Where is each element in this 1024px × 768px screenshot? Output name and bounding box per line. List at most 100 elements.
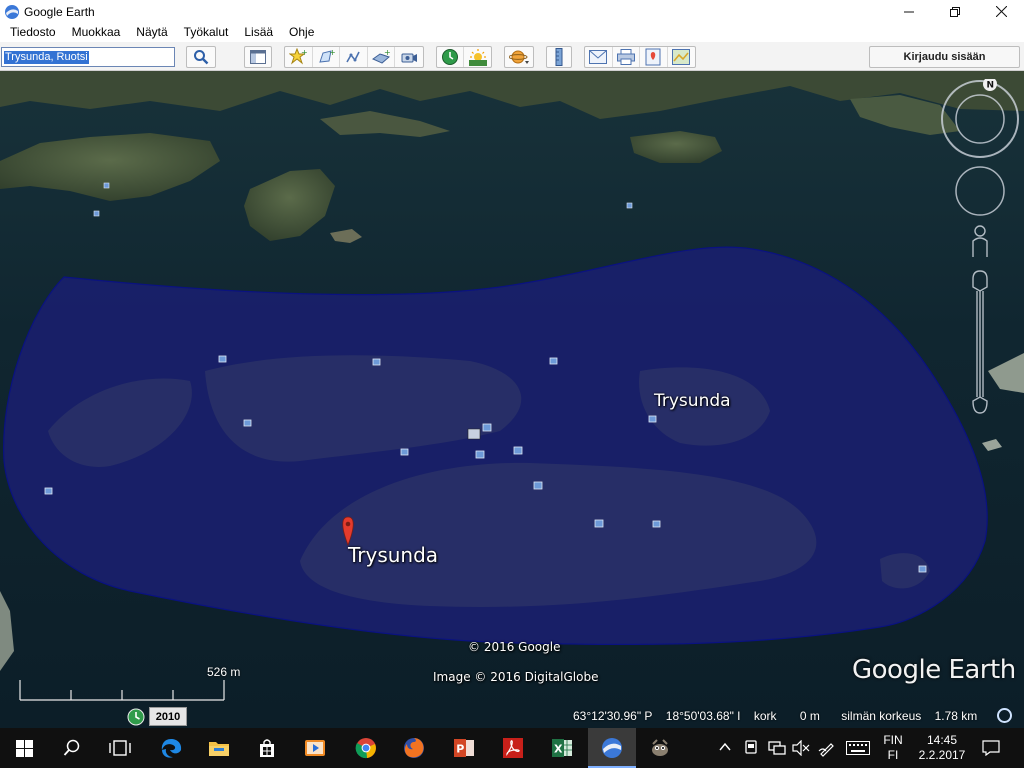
input-language-indicator[interactable]: FIN FI	[880, 733, 906, 763]
svg-text:+: +	[301, 48, 307, 57]
street-view-pegman-icon[interactable]	[972, 225, 988, 257]
minimize-button[interactable]	[886, 0, 932, 23]
photo-marker[interactable]	[918, 565, 927, 573]
google-earth-taskbar-app[interactable]	[588, 728, 636, 768]
store-app[interactable]	[243, 728, 291, 768]
photo-marker[interactable]	[533, 481, 543, 490]
task-view-icon	[109, 740, 131, 756]
acrobat-app[interactable]	[489, 728, 537, 768]
firefox-app[interactable]	[390, 728, 438, 768]
photo-marker[interactable]	[93, 210, 100, 217]
firefox-icon	[404, 738, 424, 758]
photo-marker[interactable]	[513, 446, 523, 455]
imagery-tools-group	[436, 46, 492, 68]
streaming-indicator-icon	[997, 708, 1012, 723]
view-in-maps-button[interactable]	[668, 47, 695, 67]
record-tour-button[interactable]	[395, 47, 423, 67]
edge-app[interactable]	[147, 728, 195, 768]
gimp-icon	[652, 739, 668, 756]
svg-text:X: X	[554, 743, 563, 756]
photo-marker[interactable]	[594, 519, 604, 528]
photo-marker[interactable]	[482, 423, 492, 432]
search-button[interactable]	[186, 46, 216, 68]
start-button[interactable]	[0, 728, 48, 768]
scale-bar	[19, 680, 225, 701]
save-image-button[interactable]	[640, 47, 668, 67]
add-placemark-button[interactable]: +	[285, 47, 313, 67]
task-view-button[interactable]	[96, 728, 144, 768]
windows-start-icon	[15, 739, 33, 757]
menu-tools[interactable]: Työkalut	[176, 23, 237, 42]
email-button[interactable]	[585, 47, 613, 67]
eye-altitude-label: silmän korkeus	[841, 709, 922, 723]
menu-view[interactable]: Näytä	[128, 23, 175, 42]
place-label-secondary[interactable]: Trysunda	[654, 391, 731, 411]
sidebar-toggle-button[interactable]	[244, 46, 272, 68]
close-button[interactable]	[978, 0, 1024, 23]
close-icon	[995, 6, 1007, 17]
powerpoint-app[interactable]: P	[440, 728, 488, 768]
photo-marker[interactable]	[218, 355, 227, 363]
powerpoint-icon: P	[454, 739, 474, 757]
zoom-slider[interactable]	[972, 270, 988, 414]
show-hidden-icons-icon[interactable]	[719, 742, 731, 752]
ruler-button[interactable]	[546, 46, 572, 68]
add-path-button[interactable]	[340, 47, 368, 67]
network-icon[interactable]	[768, 740, 786, 756]
photo-marker[interactable]	[243, 419, 252, 427]
taskbar-search-button[interactable]	[48, 728, 96, 768]
hotel-marker[interactable]	[467, 428, 481, 440]
restore-button[interactable]	[932, 0, 978, 23]
move-control[interactable]	[955, 166, 1005, 216]
historical-imagery-icon[interactable]	[127, 708, 145, 726]
latitude-readout: 63°12'30.96" P	[573, 709, 653, 723]
photo-marker[interactable]	[372, 358, 381, 366]
map-view[interactable]: Trysunda Trysunda © 2016 Google Image © …	[0, 71, 1024, 728]
ruler-icon	[555, 48, 563, 66]
photo-marker[interactable]	[475, 450, 485, 459]
file-explorer-app[interactable]	[195, 728, 243, 768]
photo-marker[interactable]	[648, 415, 657, 423]
photo-marker[interactable]	[103, 182, 110, 189]
share-tools-group	[584, 46, 696, 68]
scale-label: 526 m	[207, 665, 241, 679]
place-label-main[interactable]: Trysunda	[348, 543, 438, 567]
menu-help[interactable]: Ohje	[281, 23, 322, 42]
restore-icon	[950, 6, 960, 17]
chrome-app[interactable]	[342, 728, 390, 768]
menu-file[interactable]: Tiedosto	[2, 23, 64, 42]
photo-marker[interactable]	[626, 202, 633, 209]
clock[interactable]: 14:45 2.2.2017	[912, 733, 972, 763]
action-center-icon[interactable]	[982, 740, 1000, 756]
svg-text:+: +	[329, 48, 335, 57]
photo-marker[interactable]	[652, 520, 661, 528]
planet-switch-button[interactable]	[504, 46, 534, 68]
minimize-icon	[904, 11, 914, 12]
usb-device-icon[interactable]	[743, 739, 759, 755]
menu-add[interactable]: Lisää	[236, 23, 281, 42]
historical-imagery-year[interactable]: 2010	[149, 707, 187, 726]
photo-marker[interactable]	[44, 487, 53, 495]
menu-edit[interactable]: Muokkaa	[64, 23, 129, 42]
sign-in-button[interactable]: Kirjaudu sisään	[869, 46, 1020, 68]
sunlight-button[interactable]	[464, 47, 491, 67]
print-icon	[616, 49, 635, 65]
media-app[interactable]	[291, 728, 339, 768]
photo-marker[interactable]	[549, 357, 558, 365]
toolbar: Trysunda, Ruotsi + + + Kirjaudu sisään	[0, 42, 1024, 71]
print-button[interactable]	[613, 47, 640, 67]
add-image-overlay-button[interactable]: +	[368, 47, 396, 67]
photo-marker[interactable]	[400, 448, 409, 456]
pen-ink-icon[interactable]	[818, 739, 836, 757]
add-polygon-button[interactable]: +	[313, 47, 341, 67]
excel-app[interactable]: X	[538, 728, 586, 768]
look-control[interactable]	[941, 80, 1019, 158]
gimp-app[interactable]	[636, 728, 684, 768]
touch-keyboard-icon[interactable]	[846, 741, 870, 755]
historical-imagery-button[interactable]	[437, 47, 465, 67]
windows-taskbar: P X FIN FI 14:45 2.2.2017	[0, 728, 1024, 768]
compass-north[interactable]: N	[983, 79, 997, 91]
svg-text:+: +	[384, 48, 390, 57]
volume-muted-icon[interactable]	[792, 740, 810, 756]
media-icon	[305, 740, 325, 756]
